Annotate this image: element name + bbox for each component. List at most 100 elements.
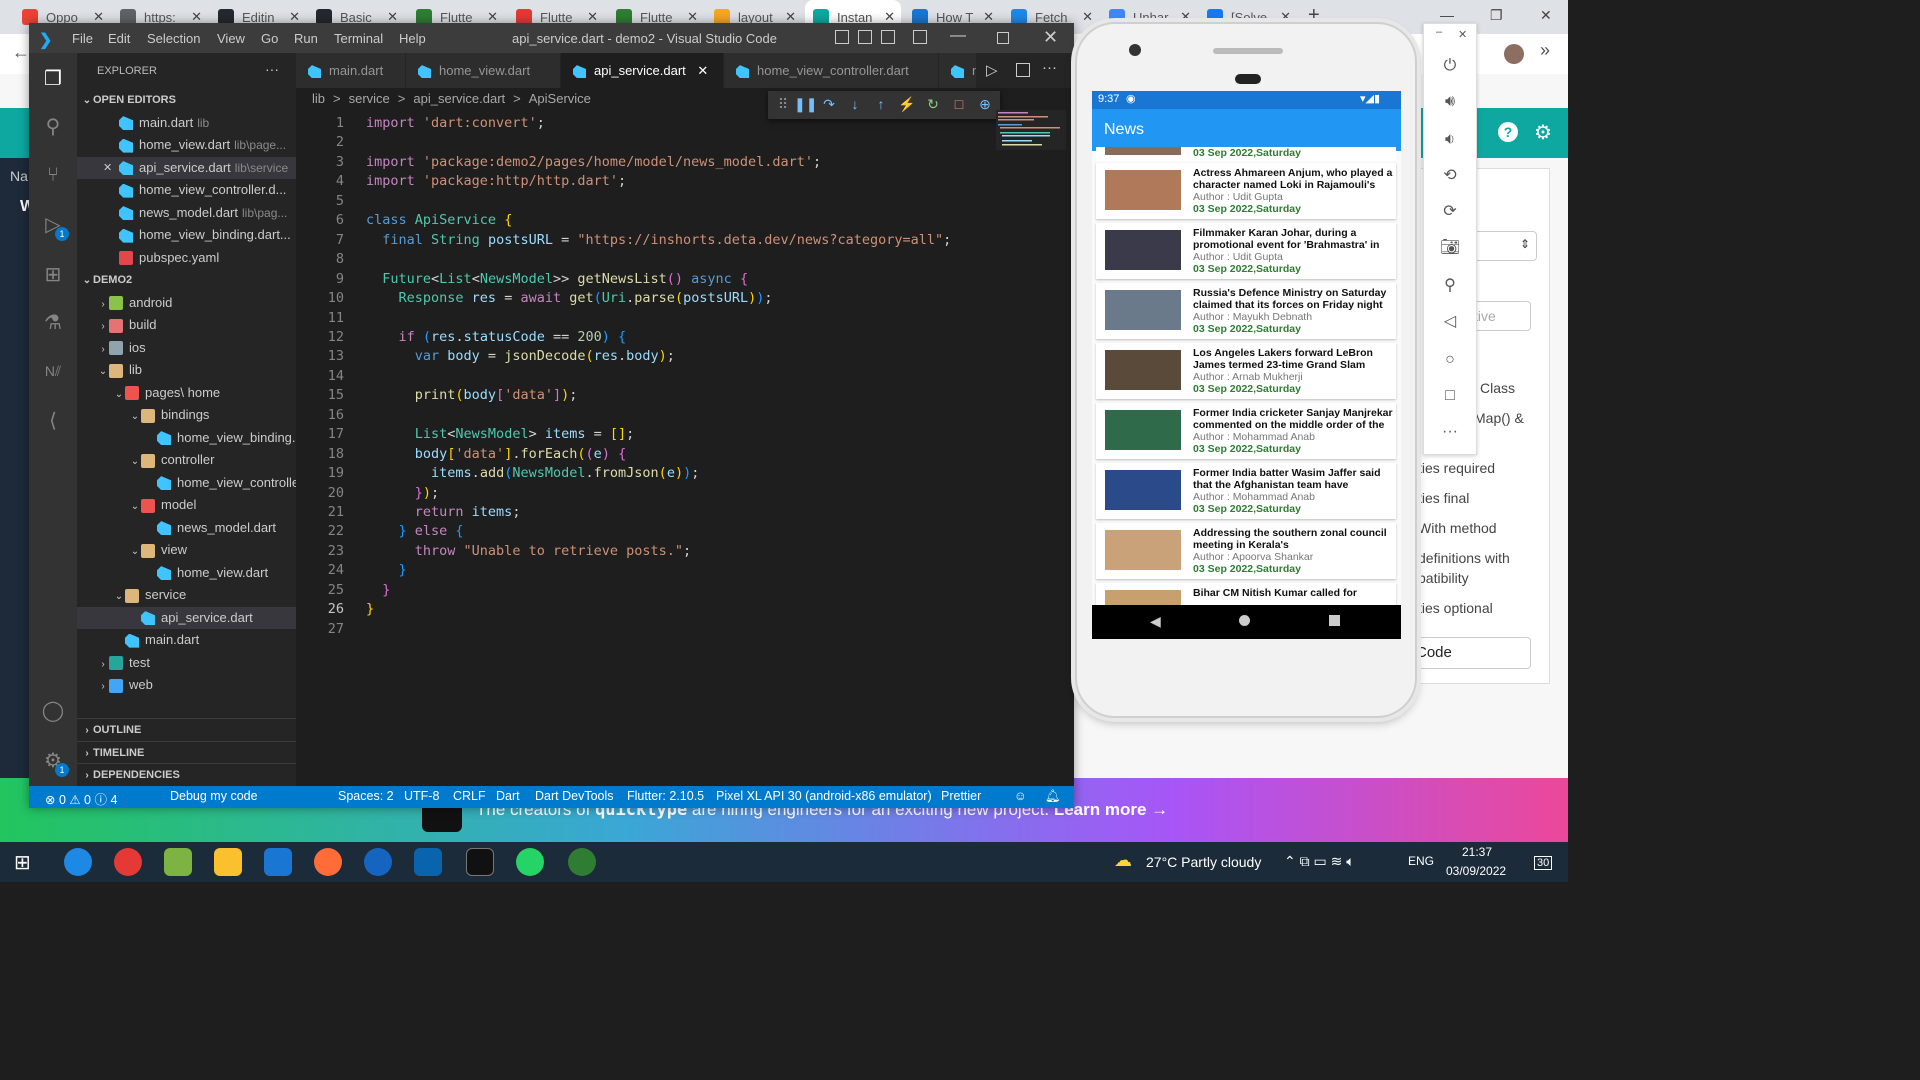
account-icon[interactable]: ◯ <box>41 699 65 723</box>
explorer-icon[interactable]: ❐ <box>41 67 65 91</box>
menu-item-view[interactable]: View <box>217 31 245 46</box>
notepadpp-icon[interactable] <box>164 848 192 876</box>
more-icon[interactable]: ··· <box>1438 420 1462 444</box>
devtools-status[interactable]: Dart DevTools <box>535 789 614 803</box>
help-icon[interactable]: ? <box>1498 122 1518 142</box>
file-item[interactable]: api_service.dart <box>77 606 296 629</box>
menu-item-run[interactable]: Run <box>294 31 318 46</box>
menu-item-selection[interactable]: Selection <box>147 31 200 46</box>
minimap[interactable] <box>996 110 1066 150</box>
more-menu-icon[interactable]: » <box>1540 40 1550 61</box>
file-item[interactable]: home_view_binding.d... <box>77 427 296 449</box>
open-editors-section[interactable]: ⌄ OPEN EDITORS <box>77 89 296 111</box>
clock-time[interactable]: 21:37 <box>1462 845 1492 859</box>
source-control-icon[interactable]: ⑂ <box>41 163 65 187</box>
search-icon[interactable]: ⚲ <box>41 115 65 139</box>
layout-secondary-icon[interactable] <box>881 30 895 44</box>
news-card[interactable]: Actress Ahmareen Anjum, who played a cha… <box>1096 163 1396 219</box>
folder-item[interactable]: › test <box>77 652 296 674</box>
panel-section-timeline[interactable]: › TIMELINE <box>77 740 296 763</box>
postman-icon[interactable] <box>314 848 342 876</box>
breadcrumb-item[interactable]: lib <box>312 91 325 106</box>
minimize-icon[interactable]: — <box>950 27 966 45</box>
news-card[interactable]: Former India cricketer Sanjay Manjrekar … <box>1096 403 1396 459</box>
tray-icons[interactable]: ⌃ ⧉ ▭ ≋ 🔈︎ <box>1284 853 1355 870</box>
folder-item[interactable]: ⌄ model <box>77 494 296 516</box>
back-icon[interactable]: ◁ <box>1438 310 1462 334</box>
file-item[interactable]: home_view_controlle... <box>77 472 296 494</box>
folder-item[interactable]: › android <box>77 292 296 314</box>
tab-ne[interactable]: ne <box>939 53 977 88</box>
emulator-screen[interactable]: 9:37 ◉ ▾◢▮ News 03 Sep 2022,Saturday Act… <box>1092 91 1401 639</box>
file-item[interactable]: main.dart <box>77 629 296 651</box>
dart-n2-icon[interactable]: N⫽ <box>41 359 65 383</box>
menu-item-help[interactable]: Help <box>399 31 426 46</box>
close-emulator-icon[interactable]: ✕ <box>1458 28 1467 41</box>
chrome-icon[interactable] <box>114 848 142 876</box>
back-arrow-icon[interactable]: ← <box>12 42 30 63</box>
window-minimize-icon[interactable]: — <box>1440 7 1454 23</box>
eol-status[interactable]: CRLF <box>453 789 486 803</box>
edge-icon[interactable] <box>64 848 92 876</box>
rotate-right-icon[interactable]: ⟳ <box>1438 200 1462 224</box>
settings-gear-icon[interactable]: ⚙ <box>1534 120 1552 145</box>
extensions-icon[interactable]: ⊞ <box>41 263 65 287</box>
close-icon[interactable]: ✕ <box>1043 27 1058 48</box>
windows-start-icon[interactable]: ⊞ <box>14 850 31 875</box>
breadcrumb-item[interactable]: service <box>349 91 390 106</box>
breadcrumb-item[interactable]: api_service.dart <box>413 91 505 106</box>
news-card[interactable]: Filmmaker Karan Johar, during a promotio… <box>1096 223 1396 279</box>
open-editor-item[interactable]: main.dart lib <box>77 112 296 134</box>
volume-up-icon[interactable]: 🔊︎ <box>1438 90 1462 114</box>
folder-item[interactable]: ⌄ view <box>77 539 296 561</box>
folder-item[interactable]: ⌄ bindings <box>77 404 296 426</box>
run-file-icon[interactable]: ▷ <box>986 61 998 79</box>
nav-recents-icon[interactable] <box>1329 615 1340 626</box>
layout-panel-icon[interactable] <box>858 30 872 44</box>
news-card[interactable]: Addressing the southern zonal council me… <box>1096 523 1396 579</box>
problems-status[interactable]: ⊗ 0 ⚠ 0 ⓘ 4 <box>45 789 117 808</box>
split-editor-icon[interactable] <box>1016 63 1030 77</box>
tab-main-dart[interactable]: main.dart <box>296 53 406 88</box>
volume-down-icon[interactable]: 🔉︎ <box>1438 128 1462 152</box>
notifications-bell-icon[interactable]: 🔔︎ <box>1045 789 1061 804</box>
indent-status[interactable]: Spaces: 2 <box>338 789 394 803</box>
weather-status[interactable]: 27°C Partly cloudy <box>1146 854 1261 870</box>
window-restore-icon[interactable]: ❐ <box>1490 7 1503 24</box>
folder-item[interactable]: ⌄ service <box>77 584 296 606</box>
overview-icon[interactable]: □ <box>1438 384 1462 408</box>
open-editor-item[interactable]: news_model.dart lib\pag... <box>77 202 296 224</box>
notification-count[interactable]: 30 <box>1534 856 1553 870</box>
file-explorer-icon[interactable] <box>214 848 242 876</box>
vscode-taskbar-icon[interactable] <box>264 848 292 876</box>
news-card[interactable]: Los Angeles Lakers forward LeBron James … <box>1096 343 1396 399</box>
flutter-icon[interactable]: ⟨ <box>41 409 65 433</box>
close-editor-icon[interactable]: ✕ <box>103 157 112 179</box>
debug-config-status[interactable]: Debug my code <box>170 789 258 803</box>
window-close-icon[interactable]: ✕ <box>1540 7 1552 24</box>
terminal-icon[interactable] <box>466 848 494 876</box>
open-editor-item[interactable]: pubspec.yaml <box>77 247 296 269</box>
app-w-icon[interactable] <box>364 848 392 876</box>
folder-item[interactable]: › ios <box>77 337 296 359</box>
more-actions-icon[interactable]: ··· <box>1042 59 1057 76</box>
language-indicator[interactable]: ENG <box>1408 854 1434 868</box>
panel-section-dependencies[interactable]: › DEPENDENCIES <box>77 763 296 785</box>
rotate-left-icon[interactable]: ⟲ <box>1438 164 1462 188</box>
zoom-icon[interactable]: ⚲ <box>1438 274 1462 298</box>
panel-section-outline[interactable]: › OUTLINE <box>77 718 296 740</box>
background-code-button[interactable]: Code <box>1409 637 1531 669</box>
testing-icon[interactable]: ⚗ <box>41 311 65 335</box>
maximize-icon[interactable] <box>997 32 1009 44</box>
menu-item-go[interactable]: Go <box>261 31 278 46</box>
manage-gear-icon[interactable]: ⚙ 1 <box>41 749 69 777</box>
menu-item-edit[interactable]: Edit <box>108 31 130 46</box>
file-item[interactable]: news_model.dart <box>77 517 296 539</box>
folder-item[interactable]: › web <box>77 674 296 696</box>
tab-home_view-dart[interactable]: home_view.dart <box>406 53 561 88</box>
whatsapp-icon[interactable] <box>516 848 544 876</box>
language-status[interactable]: Dart <box>496 789 520 803</box>
run-debug-icon[interactable]: ▷ 1 <box>41 213 69 241</box>
nav-home-icon[interactable] <box>1239 615 1250 626</box>
open-editor-item[interactable]: home_view_controller.d... <box>77 179 296 201</box>
